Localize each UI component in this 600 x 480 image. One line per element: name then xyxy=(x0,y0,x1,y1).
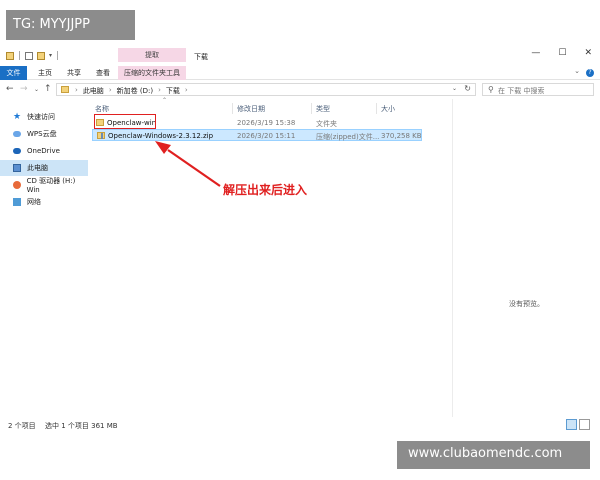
search-input[interactable]: ⚲ 在 下载 中搜索 xyxy=(482,83,594,96)
breadcrumb-this-pc[interactable]: 此电脑 xyxy=(83,86,104,96)
computer-icon xyxy=(13,164,21,172)
close-button[interactable]: ✕ xyxy=(584,48,592,58)
recent-locations-chevron-icon[interactable]: ⌄ xyxy=(34,86,39,93)
customize-qat-chevron-icon[interactable]: ▾ xyxy=(49,52,52,59)
file-size: 370,258 KB xyxy=(381,132,422,140)
properties-icon[interactable] xyxy=(25,51,33,60)
status-selection: 选中 1 个项目 361 MB xyxy=(45,422,118,430)
new-folder-icon[interactable] xyxy=(37,51,45,60)
tab-home[interactable]: 主页 xyxy=(33,66,57,80)
back-arrow-icon[interactable]: ← xyxy=(6,84,14,94)
large-icons-view-icon[interactable] xyxy=(579,419,590,430)
file-date: 2026/3/20 15:11 xyxy=(237,132,296,140)
status-bar: 2 个项目 选中 1 个项目 361 MB xyxy=(0,417,600,433)
file-list: ⌃ 名称 修改日期 类型 大小 Openclaw-win 2026/3/19 1… xyxy=(92,97,450,417)
file-explorer-window: ▾ 提取 下载 — ☐ ✕ 文件 主页 共享 查看 压缩的文件夹工具 ⌄ ? ←… xyxy=(0,44,600,434)
cloud-icon xyxy=(13,131,21,137)
annotation-text: 解压出来后进入 xyxy=(223,183,308,197)
annotation-highlight-box xyxy=(94,114,156,129)
details-view-icon[interactable] xyxy=(566,419,577,430)
context-tab-group-extract[interactable]: 提取 xyxy=(118,48,186,62)
zip-folder-icon xyxy=(97,132,105,139)
onedrive-icon xyxy=(13,148,21,154)
file-row-openclaw-zip[interactable]: Openclaw-Windows-2.3.12.zip 2026/3/20 15… xyxy=(92,129,422,141)
column-header-name[interactable]: 名称 xyxy=(95,104,109,114)
quick-access-toolbar: ▾ xyxy=(6,51,59,60)
tab-compressed-folder-tools[interactable]: 压缩的文件夹工具 xyxy=(118,66,186,80)
sort-ascending-icon: ⌃ xyxy=(162,97,168,104)
column-header-date[interactable]: 修改日期 xyxy=(237,104,265,114)
forward-arrow-icon[interactable]: → xyxy=(20,84,28,94)
expand-ribbon-chevron-icon[interactable]: ⌄ xyxy=(574,67,580,77)
cd-drive-icon xyxy=(12,181,21,189)
file-name: Openclaw-Windows-2.3.12.zip xyxy=(108,132,214,140)
address-history-chevron-icon[interactable]: ⌄ xyxy=(452,85,457,92)
ribbon-tabs: 文件 主页 共享 查看 压缩的文件夹工具 ⌄ ? xyxy=(0,66,600,80)
file-type: 文件夹 xyxy=(316,120,337,128)
up-arrow-icon[interactable]: ↑ xyxy=(44,84,52,94)
tg-label: TG: MYYJJPP xyxy=(6,10,135,40)
minimize-button[interactable]: — xyxy=(531,48,540,58)
sidebar-item-quick-access[interactable]: ★ 快速访问 xyxy=(0,109,88,125)
star-icon: ★ xyxy=(13,112,22,122)
window-title: 下载 xyxy=(194,53,208,61)
column-header-size[interactable]: 大小 xyxy=(381,104,395,114)
title-bar: ▾ 提取 下载 — ☐ ✕ xyxy=(0,44,600,66)
sidebar-item-wps-cloud[interactable]: WPS云盘 xyxy=(0,126,88,142)
folder-icon[interactable] xyxy=(6,51,14,60)
folder-icon xyxy=(61,86,69,93)
sidebar-item-onedrive[interactable]: OneDrive xyxy=(0,143,88,159)
tab-share[interactable]: 共享 xyxy=(62,66,86,80)
tab-file[interactable]: 文件 xyxy=(0,66,27,80)
watermark: www.clubaomendc.com xyxy=(397,441,590,469)
breadcrumb-drive-d[interactable]: 新加卷 (D:) xyxy=(117,86,153,96)
sidebar-item-this-pc[interactable]: 此电脑 xyxy=(0,160,88,176)
preview-empty-text: 没有预览。 xyxy=(509,300,544,308)
search-icon: ⚲ xyxy=(488,85,494,94)
file-date: 2026/3/19 15:38 xyxy=(237,119,296,127)
maximize-button[interactable]: ☐ xyxy=(558,48,566,58)
tab-view[interactable]: 查看 xyxy=(91,66,115,80)
column-header-type[interactable]: 类型 xyxy=(316,104,330,114)
file-type: 压缩(zipped)文件... xyxy=(316,133,380,141)
help-icon[interactable]: ? xyxy=(586,69,594,77)
status-item-count: 2 个项目 xyxy=(8,422,36,430)
network-icon xyxy=(13,198,21,206)
preview-pane: 没有预览。 xyxy=(452,99,600,417)
breadcrumb: › 此电脑 › 新加卷 (D:) › 下载 › xyxy=(75,86,188,96)
sidebar-item-cd-drive[interactable]: CD 驱动器 (H:) Win xyxy=(0,177,88,194)
search-placeholder: 在 下载 中搜索 xyxy=(498,87,545,95)
sidebar-item-network[interactable]: 网络 xyxy=(0,194,88,210)
breadcrumb-downloads[interactable]: 下载 xyxy=(166,86,180,96)
refresh-icon[interactable]: ↻ xyxy=(464,84,471,93)
navigation-pane: ★ 快速访问 WPS云盘 OneDrive 此电脑 CD 驱动器 (H:) Wi… xyxy=(0,104,88,414)
address-row: ← → ⌄ ↑ › 此电脑 › 新加卷 (D:) › 下载 › ⌄ ↻ ⚲ 在 … xyxy=(0,81,600,99)
address-bar[interactable]: › 此电脑 › 新加卷 (D:) › 下载 › ⌄ ↻ xyxy=(56,83,476,96)
